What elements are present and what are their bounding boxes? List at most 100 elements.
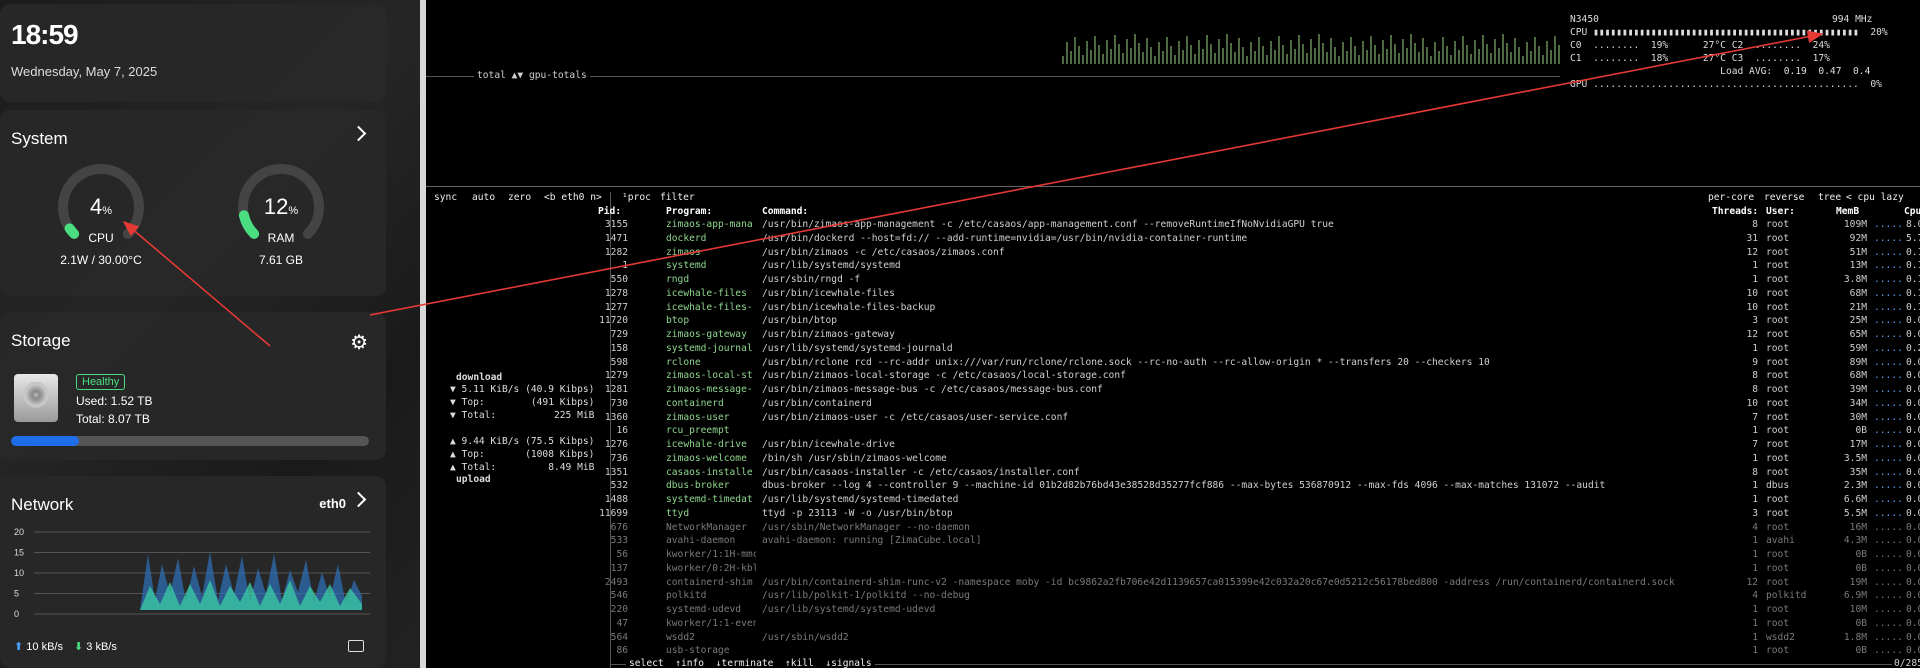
chevron-right-icon[interactable] [350,491,367,508]
process-row[interactable]: 11699 ttyd ttyd -p 23113 -W -o /usr/bin/bt… [426,508,1920,522]
process-cpu-graph: ...... [1874,439,1904,450]
process-row[interactable]: 1277 icewhale-files- /usr/bin/icewhale-fil… [426,302,1920,316]
col-threads[interactable]: Threads: [1712,206,1758,217]
chevron-right-icon[interactable] [350,125,367,142]
process-pid: 676 [610,521,628,533]
process-threads: 8 [1752,466,1758,478]
process-row[interactable]: 11720 btop/usr/bin/btop 3 root 25M......0.0 [426,315,1920,329]
process-program: casaos-installe [666,466,753,478]
process-row[interactable]: 220 systemd-udevd/usr/lib/systemd/systemd… [426,604,1920,618]
process-user: root [1766,439,1790,450]
net-graph-bar [1466,45,1468,64]
process-cpu-graph: ...... [1874,425,1904,437]
per-core-toggle[interactable]: per-core [1708,192,1754,203]
process-pid: 2493 [604,576,628,588]
process-row[interactable]: 16rcu_preempt1root0B......0.0 [426,425,1920,439]
process-row[interactable]: 1276 icewhale-drive/usr/bin/icewhale-driv… [426,439,1920,453]
storage-title: Storage [11,331,71,350]
process-mem: 65M [1849,329,1867,340]
col-user[interactable]: User: [1766,206,1795,217]
proc-tab[interactable]: ¹proc [622,192,651,203]
process-row[interactable]: 86 usb-storage 1 root 0B......0.0 [426,645,1920,659]
storage-widget[interactable]: Storage ⚙ Healthy Used: 1.52 TB Total: 8… [0,312,386,460]
process-row[interactable]: 550 rngd/usr/sbin/rngd -f 1 root 3.8M......0… [426,274,1920,288]
process-program: zimaos-local-st [666,370,753,382]
filter-button[interactable]: filter [660,192,695,203]
network-widget[interactable]: Network eth0 20 15 10 5 0 ⬆ 10 kB/s ⬇ 3 kB/s [0,476,386,668]
process-cpu: 0.0 [1906,329,1920,340]
reverse-toggle[interactable]: reverse [1764,192,1804,203]
col-mem[interactable]: MemB [1836,206,1859,217]
process-program: rcu_preempt [666,425,730,437]
zero-toggle[interactable]: zero [508,192,531,203]
zimaos-sidebar: 18:59 Wednesday, May 7, 2025 System 4% C… [0,0,420,668]
process-row[interactable]: 598 rclone/usr/bin/rclone rcd --rc-addr u… [426,357,1920,371]
net-graph-bar [1374,45,1376,64]
net-graph-bar [1078,46,1080,64]
sort-selector[interactable]: < cpu lazy [1846,192,1904,203]
process-row[interactable]: 546 polkitd/usr/lib/polkit-1/polkitd --no… [426,590,1920,604]
process-row[interactable]: 730 containerd/usr/bin/containerd 10 root 34… [426,398,1920,412]
net-graph-bar [1386,49,1388,64]
auto-toggle[interactable]: auto [472,192,495,203]
process-user: polkitd [1766,590,1807,602]
col-program[interactable]: Program: [666,206,712,217]
process-user: root [1766,329,1790,340]
process-row[interactable]: 47 kworker/1:1-even 1 root 0B......0.0 [426,618,1920,632]
process-mem: 4.3M [1843,535,1867,547]
process-row[interactable]: 1351 casaos-installe/usr/bin/casaos-insta… [426,467,1920,481]
process-row[interactable]: 1471 dockerd/usr/bin/dockerd --host=fd://… [426,233,1920,247]
col-cpu[interactable]: Cpu% [1904,206,1920,217]
process-user: wsdd2 [1766,631,1795,643]
net-graph-bar [1210,44,1212,64]
process-row[interactable]: 1282 zimaos/usr/bin/zimaos -c /etc/casaos… [426,247,1920,261]
process-row[interactable]: 729 zimaos-gateway/usr/bin/zimaos-gateway… [426,329,1920,343]
tree-toggle[interactable]: tree [1818,192,1841,203]
process-cpu-graph: ...... [1874,219,1904,230]
process-cpu-graph: ...... [1874,301,1904,313]
net-graph-bar [1086,41,1088,64]
process-command: /usr/bin/zimaos -c /etc/casaos/zimaos.co… [762,246,1005,258]
process-cpu-graph: ...... [1874,562,1904,574]
process-row[interactable]: 1279 zimaos-local-st/usr/bin/zimaos-local… [426,370,1920,384]
storage-used: Used: 1.52 TB [76,394,153,408]
process-user: dbus [1766,480,1790,492]
iface-selector[interactable]: <b eth0 n> [544,192,602,203]
storage-usage-fill [11,436,80,446]
network-interface[interactable]: eth0 [319,496,346,511]
btop-terminal[interactable]: total ▲▼ gpu-totals N3450 994 MHz CPU ▮▮… [426,0,1920,668]
process-user: root [1766,452,1790,464]
process-row[interactable]: 533 avahi-daemon avahi-daemon: running [Zi… [426,535,1920,549]
process-row[interactable]: 1 systemd/usr/lib/systemd/systemd 1 root 13M… [426,260,1920,274]
storage-status-badge: Healthy [76,374,126,390]
process-row[interactable]: 56 kworker/1:1H-mmc 1 root 0B......0.0 [426,549,1920,563]
net-graph-bar [1198,40,1200,64]
process-row[interactable]: 137 kworker/0:2H-kbl 1 root 0B......0.0 [426,563,1920,577]
process-row[interactable]: 1278 icewhale-files/usr/bin/icewhale-file… [426,288,1920,302]
process-row[interactable]: 676 NetworkManager/usr/sbin/NetworkManage… [426,522,1920,536]
process-cpu-graph: ...... [1874,329,1904,340]
process-row[interactable]: 158 systemd-journal/usr/lib/systemd/syste… [426,343,1920,357]
col-command[interactable]: Command: [762,206,808,217]
system-widget[interactable]: System 4% CPU 2.1W / 30.00°C 12% RAM 7.6… [0,110,386,296]
sync-toggle[interactable]: sync [434,192,457,203]
net-graph-bar [1262,46,1264,64]
process-row[interactable]: 564 wsdd2/usr/sbin/wsdd2 1 wsdd2 1.8M......0… [426,632,1920,646]
col-pid[interactable]: Pid: [598,206,621,217]
process-row[interactable]: 1360 zimaos-user/usr/bin/zimaos-user -c /… [426,412,1920,426]
net-y-tick: 20 [14,527,24,537]
process-threads: 12 [1746,329,1758,340]
process-row[interactable]: 3155 zimaos-app-mana/usr/bin/zimaos-app-m… [426,219,1920,233]
gear-icon[interactable]: ⚙ [350,330,368,355]
cpu-load-avg: Load AVG: 0.19 0.47 0.4 [1570,66,1871,77]
system-title: System [11,129,68,148]
process-row[interactable]: 1281 zimaos-message-/usr/bin/zimaos-messa… [426,384,1920,398]
process-row[interactable]: 532 dbus-broker dbus-broker --log 4 --cont… [426,480,1920,494]
process-row[interactable]: 2493 containerd-shim/usr/bin/containerd-s… [426,577,1920,591]
process-mem: 19M [1849,576,1867,588]
net-graph-bar [1494,39,1496,64]
chart-icon[interactable] [348,640,364,652]
process-row[interactable]: 736 zimaos-welcome/bin/sh /usr/sbin/zimao… [426,453,1920,467]
process-row[interactable]: 1488 systemd-timedat/usr/lib/systemd/syst… [426,494,1920,508]
process-command: /usr/bin/zimaos-app-management -c /etc/c… [762,219,1334,230]
